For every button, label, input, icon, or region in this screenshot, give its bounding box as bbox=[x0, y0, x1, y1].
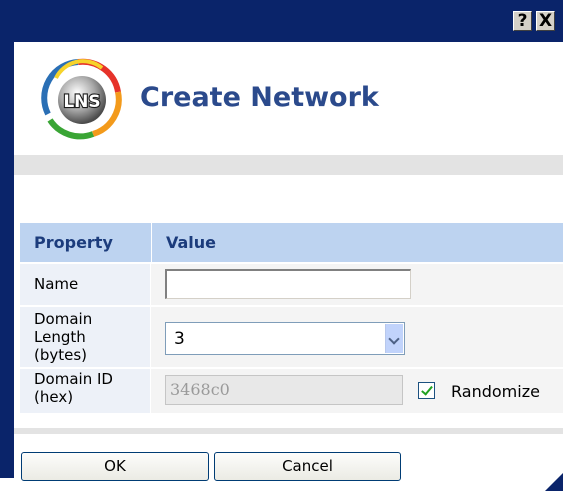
table-row-domain-id: Domain ID (hex) 3468c0 Randomize bbox=[20, 369, 563, 413]
domain-length-value-cell: 3 bbox=[151, 307, 563, 367]
ok-button[interactable]: OK bbox=[21, 452, 209, 481]
domain-length-selected-value: 3 bbox=[174, 329, 185, 349]
name-label: Name bbox=[20, 264, 150, 305]
lns-logo: LNS bbox=[41, 58, 122, 140]
domain-length-select[interactable]: 3 bbox=[165, 322, 405, 355]
domain-id-label-line: (hex) bbox=[34, 388, 74, 406]
cancel-button[interactable]: Cancel bbox=[214, 452, 401, 481]
close-icon[interactable]: X bbox=[536, 11, 555, 31]
domain-id-label: Domain ID (hex) bbox=[20, 369, 150, 413]
logo-text: LNS bbox=[63, 92, 100, 112]
domain-length-label: Domain Length (bytes) bbox=[20, 307, 150, 367]
table-row-domain-length: Domain Length (bytes) 3 bbox=[20, 307, 563, 367]
help-icon[interactable]: ? bbox=[513, 11, 532, 31]
footer-divider-band bbox=[14, 428, 563, 434]
column-header-property: Property bbox=[20, 223, 150, 262]
page-title: Create Network bbox=[140, 82, 379, 113]
domain-length-label-line: Domain bbox=[34, 310, 93, 328]
domain-id-label-line: Domain ID bbox=[34, 370, 113, 388]
dialog-content: LNS Create Network Property Value Name D… bbox=[14, 42, 563, 491]
randomize-label[interactable]: Randomize bbox=[451, 382, 540, 401]
name-value-cell bbox=[151, 264, 563, 305]
dropdown-arrow-icon[interactable] bbox=[385, 324, 403, 353]
divider-band bbox=[14, 155, 563, 175]
name-input[interactable] bbox=[165, 269, 411, 299]
domain-id-value-cell: 3468c0 Randomize bbox=[151, 369, 563, 413]
column-header-value: Value bbox=[151, 223, 563, 262]
table-row-name: Name bbox=[20, 264, 563, 305]
title-bar: ? X bbox=[0, 0, 563, 42]
window-left-border bbox=[0, 42, 14, 491]
randomize-checkbox[interactable] bbox=[418, 382, 435, 399]
window-resize-corner[interactable] bbox=[545, 473, 563, 491]
domain-id-input[interactable]: 3468c0 bbox=[165, 375, 403, 405]
domain-length-label-line: Length bbox=[34, 328, 86, 346]
domain-length-label-line: (bytes) bbox=[34, 346, 88, 364]
table-header-row: Property Value bbox=[20, 223, 563, 262]
